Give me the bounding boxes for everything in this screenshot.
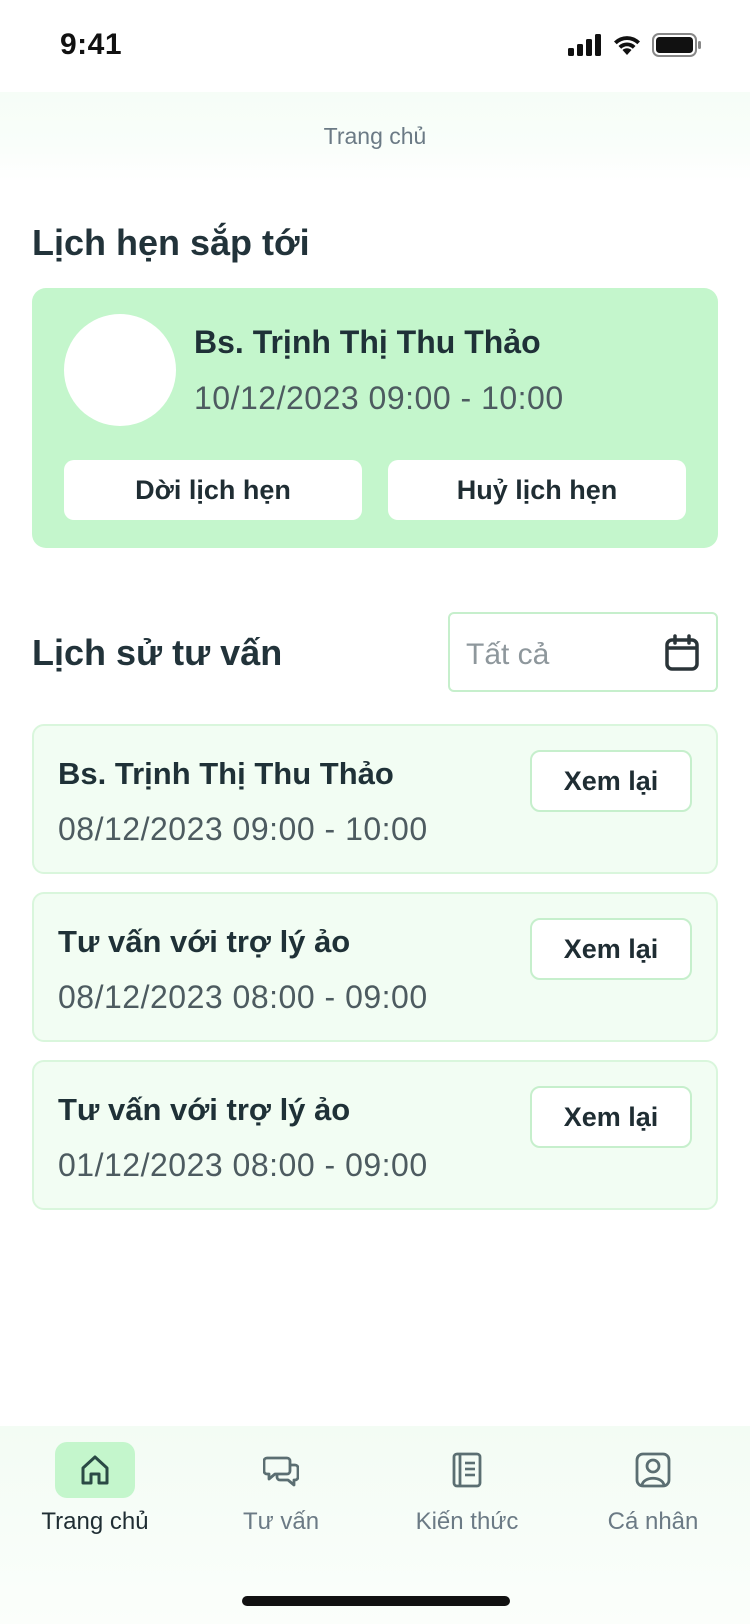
- review-button[interactable]: Xem lại: [530, 1086, 692, 1148]
- history-item-datetime: 01/12/2023 08:00 - 09:00: [58, 1147, 428, 1183]
- wifi-icon: [614, 36, 640, 55]
- history-item: Tư vấn với trợ lý ảo 01/12/2023 08:00 - …: [32, 1060, 718, 1210]
- history-item: Bs. Trịnh Thị Thu Thảo 08/12/2023 09:00 …: [32, 724, 718, 874]
- history-section-title: Lịch sử tư vấn: [32, 632, 283, 673]
- chat-icon: [263, 1456, 299, 1487]
- tab-home-icon-wrap: [55, 1442, 135, 1498]
- review-button[interactable]: Xem lại: [530, 918, 692, 980]
- tab-profile-icon-wrap: [613, 1442, 693, 1498]
- history-date-filter[interactable]: Tất cả: [448, 612, 718, 692]
- doctor-avatar: [64, 314, 176, 426]
- upcoming-datetime: 10/12/2023 09:00 - 10:00: [194, 380, 564, 416]
- profile-icon: [635, 1452, 671, 1488]
- reschedule-button[interactable]: Dời lịch hẹn: [64, 460, 362, 520]
- history-item: Tư vấn với trợ lý ảo 08/12/2023 08:00 - …: [32, 892, 718, 1042]
- tab-profile-label: Cá nhân: [607, 1508, 699, 1535]
- calendar-icon[interactable]: [664, 634, 700, 672]
- cancel-appointment-button[interactable]: Huỷ lịch hẹn: [388, 460, 686, 520]
- filter-value: Tất cả: [466, 638, 550, 671]
- review-button[interactable]: Xem lại: [530, 750, 692, 812]
- tab-knowledge-icon-wrap: [427, 1442, 507, 1498]
- book-icon: [452, 1452, 482, 1488]
- history-item-title: Tư vấn với trợ lý ảo: [58, 1092, 351, 1127]
- upcoming-section-title: Lịch hẹn sắp tới: [32, 222, 310, 263]
- tab-knowledge-label: Kiến thức: [415, 1508, 519, 1535]
- page-header: Trang chủ: [0, 92, 750, 180]
- upcoming-appointment-card: Bs. Trịnh Thị Thu Thảo 10/12/2023 09:00 …: [32, 288, 718, 548]
- tab-consult[interactable]: Tư vấn: [188, 1442, 374, 1552]
- tab-profile[interactable]: Cá nhân: [560, 1442, 746, 1552]
- status-time: 9:41: [60, 28, 123, 61]
- tab-knowledge[interactable]: Kiến thức: [374, 1442, 560, 1552]
- history-item-title: Tư vấn với trợ lý ảo: [58, 924, 351, 959]
- home-icon: [81, 1455, 109, 1485]
- status-icons: [568, 32, 702, 58]
- tab-consult-label: Tư vấn: [242, 1508, 320, 1535]
- history-item-title: Bs. Trịnh Thị Thu Thảo: [58, 756, 394, 791]
- history-item-datetime: 08/12/2023 08:00 - 09:00: [58, 979, 428, 1015]
- status-bar: 9:41: [0, 0, 750, 92]
- tab-consult-icon-wrap: [241, 1442, 321, 1498]
- page-title: Trang chủ: [323, 122, 427, 149]
- tab-home[interactable]: Trang chủ: [2, 1442, 188, 1552]
- bottom-tab-bar: Trang chủ Tư vấn Kiến thức Cá nhân: [0, 1426, 750, 1624]
- signal-icon: [568, 34, 601, 56]
- tab-home-label: Trang chủ: [41, 1508, 149, 1535]
- upcoming-doctor-name: Bs. Trịnh Thị Thu Thảo: [194, 324, 541, 360]
- history-item-datetime: 08/12/2023 09:00 - 10:00: [58, 811, 428, 847]
- battery-icon: [652, 33, 701, 57]
- home-indicator[interactable]: [242, 1596, 510, 1606]
